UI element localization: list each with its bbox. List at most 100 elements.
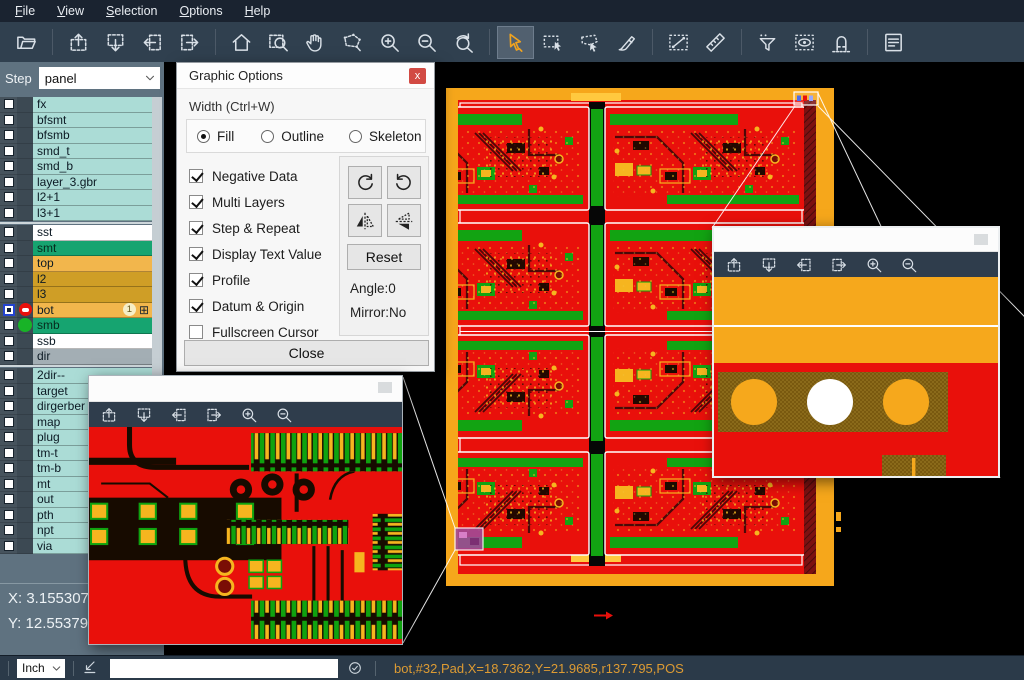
layer-row-l3[interactable]: l3 xyxy=(0,287,152,303)
grid-icon[interactable]: ⊞ xyxy=(139,304,149,316)
brush-button[interactable] xyxy=(608,26,645,59)
layer-row-ssb[interactable]: ssb xyxy=(0,334,152,350)
checkbox[interactable] xyxy=(189,221,203,235)
select-cursor-button[interactable] xyxy=(497,26,534,59)
close-icon[interactable]: x xyxy=(409,68,426,84)
layer-row-l2+1[interactable]: l2+1 xyxy=(0,190,152,206)
command-input[interactable] xyxy=(110,659,338,678)
menu-options[interactable]: Options xyxy=(168,1,233,21)
layer-visibility-checkbox[interactable] xyxy=(4,494,14,504)
checkbox[interactable] xyxy=(189,247,203,261)
checkbox[interactable] xyxy=(189,273,203,287)
menu-selection[interactable]: Selection xyxy=(95,1,168,21)
pan-right-button[interactable] xyxy=(205,405,225,425)
layer-visibility-checkbox[interactable] xyxy=(4,525,14,535)
layer-visibility-checkbox[interactable] xyxy=(4,432,14,442)
layer-row-l2[interactable]: l2 xyxy=(0,272,152,288)
pan-right-button[interactable] xyxy=(830,255,850,275)
window-button[interactable] xyxy=(974,234,988,245)
option-profile[interactable]: Profile xyxy=(189,267,322,293)
radio-skeleton[interactable]: Skeleton xyxy=(349,129,422,144)
layer-visibility-checkbox[interactable] xyxy=(4,336,14,346)
layer-visibility-checkbox[interactable] xyxy=(4,320,14,330)
layer-visibility-checkbox[interactable] xyxy=(4,370,14,380)
layer-visibility-checkbox[interactable] xyxy=(4,99,14,109)
view-eye-button[interactable] xyxy=(786,26,823,59)
zoom-out-button[interactable] xyxy=(408,26,445,59)
measure-button[interactable] xyxy=(660,26,697,59)
pan-down-button[interactable] xyxy=(760,255,780,275)
layer-row-bfsmt[interactable]: bfsmt xyxy=(0,113,152,129)
report-button[interactable] xyxy=(875,26,912,59)
filter-button[interactable] xyxy=(749,26,786,59)
dialog-title-bar[interactable]: Graphic Options x xyxy=(177,63,434,89)
layer-visibility-checkbox[interactable] xyxy=(4,192,14,202)
layer-visibility-checkbox[interactable] xyxy=(4,510,14,520)
folder-open-button[interactable] xyxy=(8,26,45,59)
zoom-window-view[interactable] xyxy=(714,277,998,476)
rotate-cw-button[interactable] xyxy=(348,166,382,199)
radio-button[interactable] xyxy=(349,130,362,143)
reset-button[interactable]: Reset xyxy=(347,244,421,270)
layer-row-smd_b[interactable]: smd_b xyxy=(0,159,152,175)
flip-horizontal-button[interactable] xyxy=(348,204,382,237)
checkbox[interactable] xyxy=(189,169,203,183)
window-title-bar[interactable] xyxy=(714,228,998,252)
layer-visibility-checkbox[interactable] xyxy=(4,227,14,237)
layer-visibility-checkbox[interactable] xyxy=(4,541,14,551)
layer-visibility-checkbox[interactable] xyxy=(4,243,14,253)
rotate-ccw-button[interactable] xyxy=(387,166,421,199)
zoom-window-button[interactable] xyxy=(260,26,297,59)
layer-row-smt[interactable]: smt xyxy=(0,241,152,257)
layer-visibility-checkbox[interactable] xyxy=(4,479,14,489)
pan-down-button[interactable] xyxy=(135,405,155,425)
layer-row-layer_3.gbr[interactable]: layer_3.gbr xyxy=(0,175,152,191)
layer-visibility-checkbox[interactable] xyxy=(4,161,14,171)
checkbox[interactable] xyxy=(189,325,203,339)
layer-row-dir[interactable]: dir xyxy=(0,349,152,365)
zoom-in-button[interactable] xyxy=(865,255,885,275)
layer-visibility-checkbox[interactable] xyxy=(4,448,14,458)
step-select[interactable]: panel xyxy=(39,67,160,89)
layer-row-bot[interactable]: bot1⊞ xyxy=(0,303,152,319)
pan-up-button[interactable] xyxy=(100,405,120,425)
menu-help[interactable]: Help xyxy=(234,1,282,21)
layer-visibility-checkbox[interactable] xyxy=(4,258,14,268)
layer-row-l3+1[interactable]: l3+1 xyxy=(0,206,152,222)
layer-visibility-checkbox[interactable] xyxy=(4,305,14,315)
layer-visibility-checkbox[interactable] xyxy=(4,130,14,140)
pan-left-button[interactable] xyxy=(795,255,815,275)
radio-outline[interactable]: Outline xyxy=(261,129,324,144)
home-button[interactable] xyxy=(223,26,260,59)
zoom-previous-button[interactable] xyxy=(445,26,482,59)
pan-hand-button[interactable] xyxy=(297,26,334,59)
layer-row-smd_t[interactable]: smd_t xyxy=(0,144,152,160)
layer-row-sst[interactable]: sst xyxy=(0,225,152,241)
zoom-in-button[interactable] xyxy=(371,26,408,59)
option-negative-data[interactable]: Negative Data xyxy=(189,163,322,189)
radio-fill[interactable]: Fill xyxy=(197,129,234,144)
layer-row-smb[interactable]: smb xyxy=(0,318,152,334)
layer-visibility-checkbox[interactable] xyxy=(4,386,14,396)
zoom-out-button[interactable] xyxy=(275,405,295,425)
pan-up-button[interactable] xyxy=(60,26,97,59)
layer-visibility-checkbox[interactable] xyxy=(4,289,14,299)
radio-button[interactable] xyxy=(261,130,274,143)
pan-up-button[interactable] xyxy=(725,255,745,275)
window-title-bar[interactable] xyxy=(89,376,402,402)
zoom-window-view[interactable] xyxy=(89,427,402,644)
checkbox[interactable] xyxy=(189,195,203,209)
layer-visibility-checkbox[interactable] xyxy=(4,417,14,427)
snap-button[interactable] xyxy=(823,26,860,59)
close-button[interactable]: Close xyxy=(184,340,429,366)
flip-vertical-button[interactable] xyxy=(387,204,421,237)
menu-view[interactable]: View xyxy=(46,1,95,21)
layer-row-bfsmb[interactable]: bfsmb xyxy=(0,128,152,144)
pan-down-button[interactable] xyxy=(97,26,134,59)
window-button[interactable] xyxy=(378,382,392,393)
select-polygon-button[interactable] xyxy=(571,26,608,59)
checkbox[interactable] xyxy=(189,299,203,313)
pan-right-button[interactable] xyxy=(171,26,208,59)
layer-visibility-checkbox[interactable] xyxy=(4,177,14,187)
option-multi-layers[interactable]: Multi Layers xyxy=(189,189,322,215)
